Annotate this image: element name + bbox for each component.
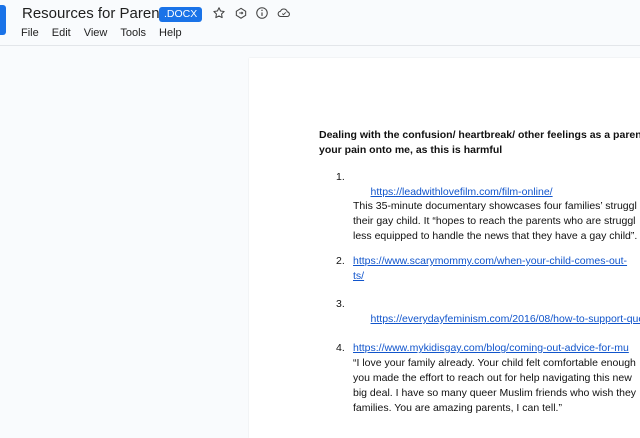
move-to-folder-icon[interactable] xyxy=(233,5,249,21)
heading-line-1: Dealing with the confusion/ heartbreak/ … xyxy=(319,129,640,141)
text-line: their gay child. It “hopes to reach the … xyxy=(353,215,636,227)
text-line: “I love your family already. Your child … xyxy=(353,357,636,369)
link-leadwithlove[interactable]: https://leadwithlovefilm.com/film-online… xyxy=(371,186,553,198)
menu-bar: File Edit View Tools Help xyxy=(21,27,195,39)
cloud-status-icon[interactable] xyxy=(276,5,292,21)
section-heading: Dealing with the confusion/ heartbreak/ … xyxy=(319,128,640,158)
link-mykidisgay[interactable]: https://www.mykidisgay.com/blog/coming-o… xyxy=(353,342,629,354)
top-bar: Resources for Parents .DOCX File Edit Vi… xyxy=(0,0,640,46)
menu-view[interactable]: View xyxy=(84,27,108,39)
list-number: 4. xyxy=(336,342,345,354)
file-type-badge: .DOCX xyxy=(159,7,203,22)
link-everydayfeminism[interactable]: https://everydayfeminism.com/2016/08/how… xyxy=(371,313,640,325)
text-line: families. You are amazing parents, I can… xyxy=(353,402,562,414)
menu-help[interactable]: Help xyxy=(159,27,182,39)
document-page[interactable]: Dealing with the confusion/ heartbreak/ … xyxy=(249,58,640,438)
list-number: 1. xyxy=(336,171,345,183)
heading-line-2: your pain onto me, as this is harmful xyxy=(319,144,503,156)
text-line: you made the effort to reach out for hel… xyxy=(353,372,632,384)
list-number: 2. xyxy=(336,255,345,267)
menu-edit[interactable]: Edit xyxy=(52,27,71,39)
link-scarymommy-cont[interactable]: ts/ xyxy=(353,270,364,282)
menu-tools[interactable]: Tools xyxy=(120,27,146,39)
info-icon[interactable] xyxy=(254,5,270,21)
docs-logo-icon[interactable] xyxy=(0,5,6,35)
document-title[interactable]: Resources for Parents xyxy=(22,5,171,22)
menu-file[interactable]: File xyxy=(21,27,39,39)
link-scarymommy[interactable]: https://www.scarymommy.com/when-your-chi… xyxy=(353,255,627,267)
text-line: This 35-minute documentary showcases fou… xyxy=(353,200,637,212)
list-number: 3. xyxy=(336,298,345,310)
text-line: big deal. I have so many queer Muslim fr… xyxy=(353,387,637,399)
text-line: less equipped to handle the news that th… xyxy=(353,230,638,242)
star-icon[interactable] xyxy=(211,5,227,21)
